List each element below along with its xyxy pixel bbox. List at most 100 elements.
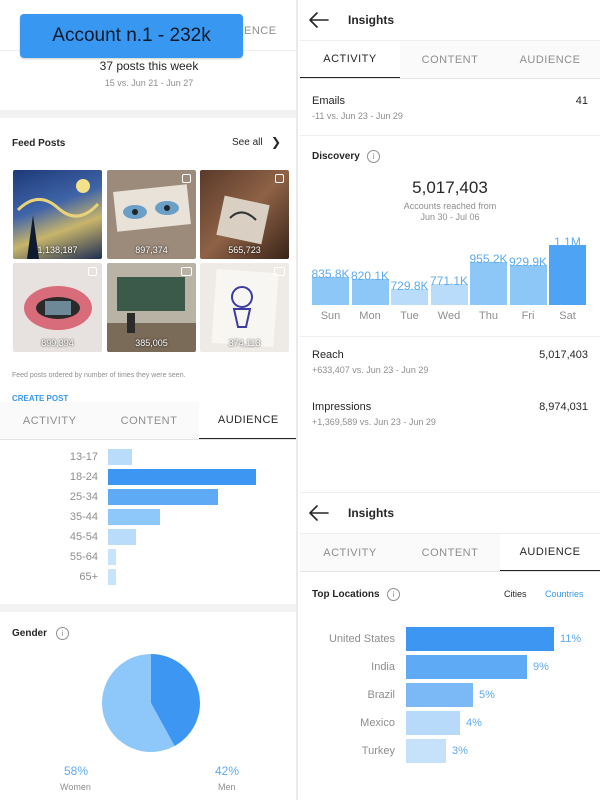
location-bar: [406, 655, 527, 679]
discovery-bar[interactable]: [509, 265, 547, 305]
see-all-link[interactable]: See all: [232, 137, 263, 148]
accounts-reached-total: 5,017,403: [412, 178, 488, 197]
age-row: 65+: [0, 568, 296, 586]
info-icon[interactable]: i: [387, 588, 400, 601]
location-bar: [406, 627, 554, 651]
post-view-count: 374,113: [228, 338, 261, 348]
women-percent: 58%: [64, 764, 89, 778]
age-row: 45-54: [0, 528, 296, 546]
page-title: Insights: [348, 13, 395, 27]
page-title: Insights: [348, 506, 395, 520]
cities-toggle[interactable]: Cities: [504, 589, 527, 599]
age-row: 13-17: [0, 448, 296, 466]
insights-header: Insights: [300, 0, 600, 41]
discovery-day-label: Fri: [521, 310, 535, 322]
tab-audience[interactable]: AUDIENCE: [500, 534, 600, 571]
accounts-reached-label: Accounts reached from: [403, 201, 497, 211]
age-bar: [108, 529, 136, 545]
chevron-right-icon[interactable]: ❯: [271, 135, 281, 149]
tab-content[interactable]: CONTENT: [400, 41, 500, 78]
age-row: 18-24: [0, 468, 296, 486]
carousel-icon: [88, 267, 97, 276]
age-bar: [108, 469, 256, 485]
video-icon: [181, 267, 192, 276]
insights-tabs: ACTIVITY CONTENT AUDIENCE: [0, 402, 296, 440]
age-bar: [108, 509, 160, 525]
divider: [300, 135, 600, 136]
info-icon[interactable]: i: [367, 150, 380, 163]
post-view-count: 899,394: [41, 338, 74, 348]
location-name: India: [371, 661, 395, 673]
location-name: United States: [328, 633, 395, 645]
gender-title: Gender: [12, 628, 48, 639]
feed-post-thumbnail[interactable]: 897,374: [107, 170, 196, 259]
back-arrow-icon[interactable]: [300, 0, 340, 41]
panel-gap: [300, 440, 600, 492]
insights-tabs: ACTIVITY CONTENT AUDIENCE: [300, 41, 600, 79]
tab-content[interactable]: CONTENT: [99, 402, 198, 439]
gender-pie-chart: [101, 654, 200, 752]
discovery-day-label: Mon: [359, 310, 381, 322]
feed-post-thumbnail[interactable]: 1,138,187: [13, 170, 102, 259]
location-bar: [406, 739, 446, 763]
post-view-count: 897,374: [135, 245, 168, 255]
age-label: 45-54: [69, 531, 98, 543]
posts-this-week: 37 posts this week: [99, 59, 199, 73]
age-bar: [108, 549, 116, 565]
tab-audience[interactable]: AUDIENCE: [500, 41, 600, 78]
discovery-bar[interactable]: [549, 245, 586, 305]
emails-comparison: -11 vs. Jun 23 - Jun 29: [312, 111, 403, 121]
impressions-value: 8,974,031: [539, 401, 588, 413]
age-label: 13-17: [69, 451, 98, 463]
location-percent: 11%: [560, 633, 582, 645]
discovery-day-label: Wed: [437, 310, 461, 322]
location-percent: 3%: [452, 745, 468, 757]
account-badge: Account n.1 - 232k: [20, 14, 243, 58]
carousel-icon: [275, 174, 284, 183]
tab-activity[interactable]: ACTIVITY: [300, 534, 400, 571]
feed-post-thumbnail[interactable]: 385,005: [107, 263, 196, 352]
age-row: 25-34: [0, 488, 296, 506]
video-icon: [274, 267, 285, 276]
discovery-value-label: 1.1M: [554, 235, 581, 249]
reach-value: 5,017,403: [539, 349, 588, 361]
carousel-icon: [182, 174, 191, 183]
discovery-title: Discovery: [312, 151, 360, 162]
discovery-day-label: Sat: [559, 310, 576, 322]
tab-activity[interactable]: ACTIVITY: [300, 41, 400, 78]
feed-post-thumbnail[interactable]: 374,113: [200, 263, 289, 352]
post-view-count: 385,005: [135, 338, 168, 348]
tab-activity[interactable]: ACTIVITY: [0, 402, 99, 439]
post-view-count: 565,723: [228, 245, 261, 255]
top-locations-title: Top Locations: [312, 589, 380, 600]
right-insights-activity-panel: Insights ACTIVITY CONTENT AUDIENCE Email…: [300, 0, 600, 440]
age-row: 35-44: [0, 508, 296, 526]
countries-toggle[interactable]: Countries: [545, 589, 584, 599]
feed-post-thumbnail[interactable]: 899,394: [13, 263, 102, 352]
age-label: 25-34: [69, 491, 98, 503]
left-insights-panel: D ENCE Account n.1 - 232k 37 posts this …: [0, 0, 298, 800]
men-label: Men: [218, 782, 236, 792]
info-icon[interactable]: i: [56, 627, 69, 640]
age-row: 55-64: [0, 548, 296, 566]
location-percent: 4%: [466, 717, 482, 729]
location-bar: [406, 683, 473, 707]
divider: [300, 336, 600, 337]
location-name: Brazil: [367, 689, 395, 701]
discovery-day-label: Tue: [400, 310, 419, 322]
age-label: 65+: [79, 571, 98, 583]
back-arrow-icon[interactable]: [300, 493, 340, 534]
discovery-day-label: Thu: [479, 310, 498, 322]
feed-post-thumbnail[interactable]: 565,723: [200, 170, 289, 259]
emails-label: Emails: [312, 95, 346, 107]
age-label: 35-44: [69, 511, 98, 523]
impressions-comparison: +1,369,589 vs. Jun 23 - Jun 29: [312, 417, 436, 427]
tab-content[interactable]: CONTENT: [400, 534, 500, 571]
feed-note: Feed posts ordered by number of times th…: [12, 372, 186, 379]
tab-audience[interactable]: AUDIENCE: [198, 402, 296, 439]
accounts-reached-range: Jun 30 - Jul 06: [420, 212, 480, 222]
feed-posts-title: Feed Posts: [12, 138, 66, 149]
age-bar: [108, 489, 218, 505]
section-separator: [0, 604, 296, 612]
location-percent: 5%: [479, 689, 495, 701]
